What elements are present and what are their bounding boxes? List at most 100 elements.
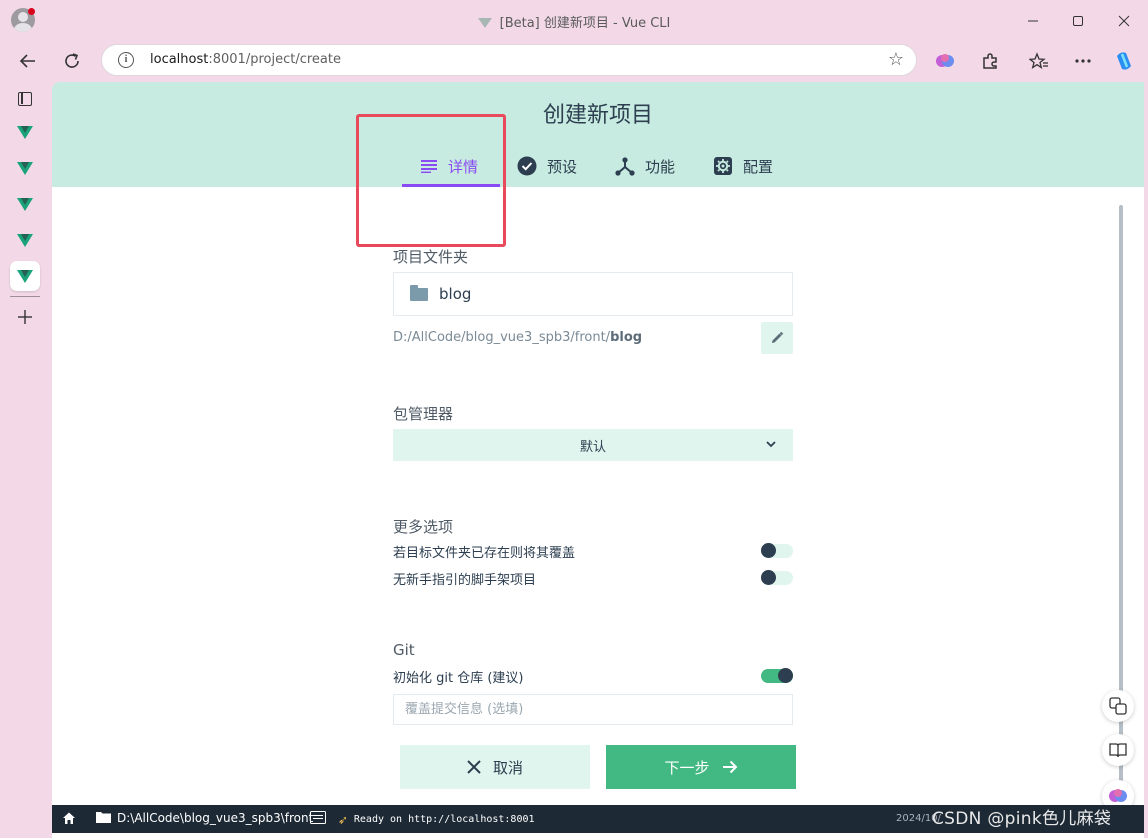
minimize-button[interactable] <box>1020 8 1046 34</box>
maximize-button[interactable] <box>1065 8 1091 34</box>
folder-path-prefix: D:/AllCode/blog_vue3_spb3/front/ <box>393 330 611 345</box>
vue-logo-icon <box>477 18 492 28</box>
plus-icon <box>18 310 32 324</box>
window-title: [Beta] 创建新项目 - Vue CLI <box>0 12 1148 31</box>
folder-name: blog <box>439 285 472 303</box>
more-options-title: 更多选项 <box>393 518 454 536</box>
git-section-title: Git <box>393 641 415 659</box>
back-button[interactable] <box>14 47 42 75</box>
edit-path-button[interactable] <box>761 322 793 354</box>
project-path-text: D:\AllCode\blog_vue3_spb3\front <box>117 811 314 825</box>
rocket-icon: ➶ <box>337 813 348 827</box>
log-area[interactable]: ➶ Ready on http://localhost:8001 <box>310 811 535 827</box>
git-init-toggle[interactable] <box>761 668 793 683</box>
close-window-button[interactable] <box>1111 8 1137 34</box>
log-message: Ready on http://localhost:8001 <box>353 814 535 825</box>
tab-features[interactable]: 功能 <box>615 144 675 188</box>
vertical-tab-active[interactable] <box>10 261 40 291</box>
package-manager-select[interactable]: 默认 <box>393 429 793 461</box>
tab-config[interactable]: 配置 <box>713 144 773 188</box>
arrow-left-icon <box>19 54 35 68</box>
brain-icon <box>936 54 954 67</box>
vue-logo-icon <box>17 161 33 175</box>
extensions-button[interactable] <box>976 47 1004 75</box>
more-menu-button[interactable] <box>1069 47 1097 75</box>
project-folder-input[interactable]: blog <box>393 272 793 316</box>
fork-icon <box>615 156 635 176</box>
pencil-icon <box>772 331 784 343</box>
book-icon <box>1109 743 1127 758</box>
package-manager-title: 包管理器 <box>393 405 454 423</box>
next-step-button[interactable]: 下一步 <box>606 745 796 789</box>
refresh-button[interactable] <box>58 47 86 75</box>
home-button[interactable] <box>62 811 76 828</box>
toggle-knob <box>778 668 793 683</box>
favorites-button[interactable] <box>1025 47 1053 75</box>
reader-mode-button[interactable] <box>1102 734 1134 766</box>
copilot-icon <box>1117 52 1131 70</box>
tab-config-label: 配置 <box>743 157 774 176</box>
browser-tab-sidebar <box>0 82 52 838</box>
close-icon <box>1118 15 1130 27</box>
new-tab-button[interactable] <box>10 302 40 332</box>
vertical-tab-1[interactable] <box>10 117 40 147</box>
puzzle-icon <box>983 53 997 69</box>
sidebar-divider <box>10 296 40 297</box>
vue-logo-icon <box>17 197 33 211</box>
folder-section-title: 项目文件夹 <box>393 248 469 266</box>
bookmark-star-icon[interactable]: ☆ <box>888 49 904 70</box>
check-circle-icon <box>517 156 537 176</box>
folder-icon <box>96 812 111 823</box>
url-text[interactable]: localhost:8001/project/create <box>150 52 341 67</box>
favorites-star-icon <box>1029 52 1048 69</box>
next-step-label: 下一步 <box>664 758 710 777</box>
highlight-annotation-box <box>356 114 506 247</box>
minimize-icon <box>1028 20 1038 22</box>
option-no-guide-toggle[interactable] <box>761 570 793 585</box>
translate-icon <box>1109 697 1127 715</box>
toggle-knob <box>761 543 776 558</box>
vue-logo-icon <box>17 125 33 139</box>
page-header: 创建新项目 详情 预设 功能 配置 <box>52 82 1144 187</box>
git-init-label: 初始化 git 仓库 (建议) <box>393 671 524 686</box>
vue-cli-page: 创建新项目 详情 预设 功能 配置 项目文件夹 blog D:/AllCode/… <box>52 82 1144 838</box>
maximize-icon <box>1073 16 1083 26</box>
tab-presets-label: 预设 <box>547 157 578 176</box>
option-overwrite-toggle[interactable] <box>761 543 793 558</box>
arrow-right-icon <box>722 760 737 774</box>
brain-icon <box>1109 789 1127 802</box>
option-no-guide-row[interactable]: 无新手指引的脚手架项目 <box>393 569 793 589</box>
translate-button[interactable] <box>1102 690 1134 722</box>
close-icon <box>467 760 481 774</box>
option-overwrite-label: 若目标文件夹已存在则将其覆盖 <box>393 546 576 561</box>
browser-titlebar: [Beta] 创建新项目 - Vue CLI <box>0 0 1148 40</box>
vue-logo-icon <box>17 233 33 247</box>
page-title: 创建新项目 <box>542 103 653 128</box>
folder-path: D:/AllCode/blog_vue3_spb3/front/blog <box>393 330 642 345</box>
tab-actions-button[interactable] <box>10 84 40 114</box>
address-bar[interactable]: i localhost:8001/project/create ☆ <box>101 44 917 76</box>
vue-logo-icon <box>17 269 33 283</box>
window-title-text: [Beta] 创建新项目 - Vue CLI <box>499 16 671 31</box>
copilot-button[interactable] <box>1110 47 1138 75</box>
cancel-button[interactable]: 取消 <box>400 745 590 789</box>
cancel-button-label: 取消 <box>492 758 523 777</box>
vertical-tab-4[interactable] <box>10 225 40 255</box>
current-project-path[interactable]: D:\AllCode\blog_vue3_spb3\front <box>96 811 313 826</box>
commit-message-input[interactable]: 覆盖提交信息 (选填) <box>393 694 793 725</box>
site-info-icon[interactable]: i <box>118 52 134 68</box>
folder-path-name: blog <box>610 330 643 345</box>
vertical-tab-2[interactable] <box>10 153 40 183</box>
copilot-brain-button[interactable] <box>931 47 959 75</box>
more-dots-icon <box>1075 59 1091 63</box>
home-icon <box>63 812 75 824</box>
git-init-row[interactable]: 初始化 git 仓库 (建议) <box>393 667 793 687</box>
gear-icon <box>713 156 733 176</box>
vertical-tab-3[interactable] <box>10 189 40 219</box>
tab-presets[interactable]: 预设 <box>517 144 577 188</box>
folder-icon <box>410 285 428 301</box>
option-no-guide-label: 无新手指引的脚手架项目 <box>393 573 537 588</box>
toggle-knob <box>761 570 776 585</box>
option-overwrite-row[interactable]: 若目标文件夹已存在则将其覆盖 <box>393 542 793 562</box>
package-manager-value: 默认 <box>579 439 606 455</box>
